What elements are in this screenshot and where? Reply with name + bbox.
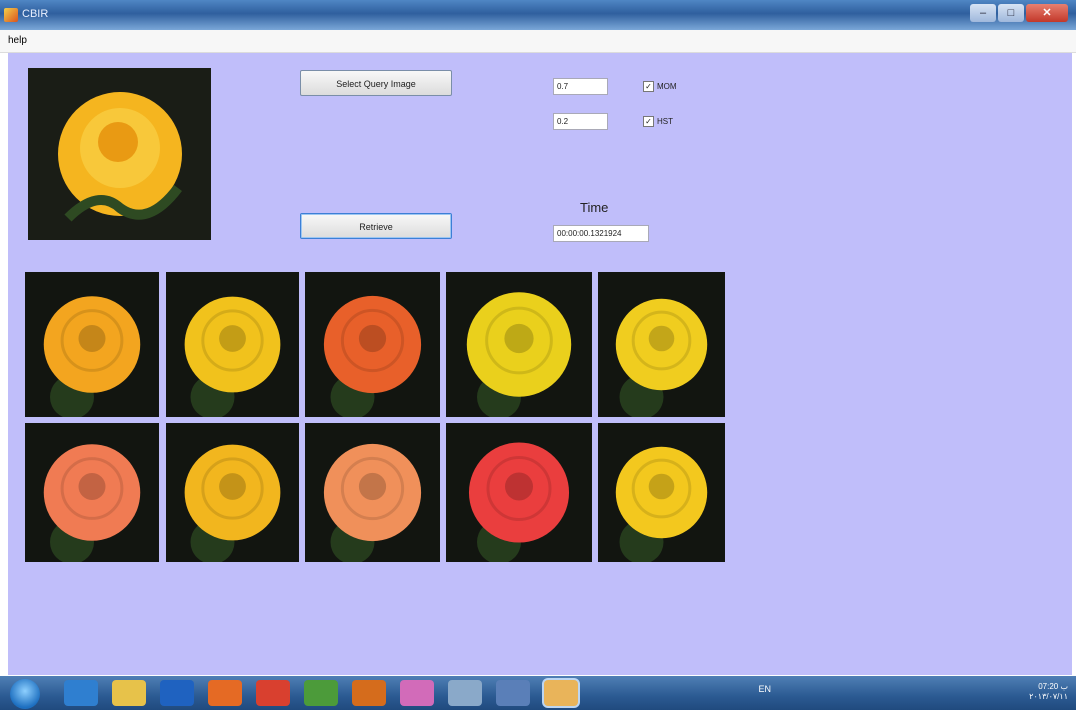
rose-image [323,443,422,562]
mom-checkbox[interactable]: ✓ MOM [643,81,677,92]
rose-image [615,298,708,417]
title-bar: CBIR – □ ✕ [0,0,1076,30]
firefox-icon[interactable] [352,680,386,706]
rose-image [43,444,141,562]
menu-item-help[interactable]: help [8,35,27,46]
result-image [598,272,725,417]
rose-image [43,296,141,417]
checkbox-check-icon[interactable]: ✓ [643,81,654,92]
chrome-icon[interactable] [256,680,290,706]
clock-date: ٢٠١٣/٠٧/١١ [1029,692,1068,701]
explorer-icon[interactable] [112,680,146,706]
rose-image [466,292,572,417]
close-button[interactable]: ✕ [1026,4,1068,22]
clock-time: 07:20 ب [1038,682,1068,691]
hst-checkbox-label: HST [657,117,673,126]
tray-language[interactable]: EN [758,684,771,694]
app-icon [4,8,18,22]
time-field: 00:00:00.1321924 [553,225,649,242]
checkbox-check-icon[interactable]: ✓ [643,116,654,127]
rose-image [468,442,570,562]
window-title: CBIR [22,8,49,20]
retrieve-button[interactable]: Retrieve [300,213,452,239]
media-player-icon[interactable] [208,680,242,706]
weight-field-1[interactable]: 0.7 [553,78,608,95]
minimize-button[interactable]: – [970,4,996,22]
hst-checkbox[interactable]: ✓ HST [643,116,673,127]
query-image [28,68,211,240]
calculator-icon[interactable] [448,680,482,706]
select-query-image-button[interactable]: Select Query Image [300,70,452,96]
rose-image [323,295,422,417]
network-icon[interactable] [304,680,338,706]
start-icon[interactable] [10,679,40,709]
result-image [446,272,592,417]
maximize-button[interactable]: □ [998,4,1024,22]
vs-icon[interactable] [496,680,530,706]
cbir-app-icon[interactable] [544,680,578,706]
result-image [305,423,440,562]
weight-field-2[interactable]: 0.2 [553,113,608,130]
result-image [166,423,299,562]
window-controls: – □ ✕ [970,4,1068,22]
result-image [25,272,159,417]
mom-checkbox-label: MOM [657,82,677,91]
clock[interactable]: 07:20 ب ٢٠١٣/٠٧/١١ [1029,682,1068,702]
matlab-icon[interactable] [160,680,194,706]
result-image [25,423,159,562]
menu-bar: help [0,30,1076,53]
ie-icon[interactable] [64,680,98,706]
paint-icon[interactable] [400,680,434,706]
result-image [305,272,440,417]
query-rose-image [58,92,182,222]
rose-image [615,446,708,562]
rose-image [184,444,281,562]
rose-image [184,296,281,417]
time-label: Time [580,200,609,215]
result-image [166,272,299,417]
result-image [446,423,592,562]
taskbar: EN 07:20 ب ٢٠١٣/٠٧/١١ [0,676,1076,710]
result-image [598,423,725,562]
